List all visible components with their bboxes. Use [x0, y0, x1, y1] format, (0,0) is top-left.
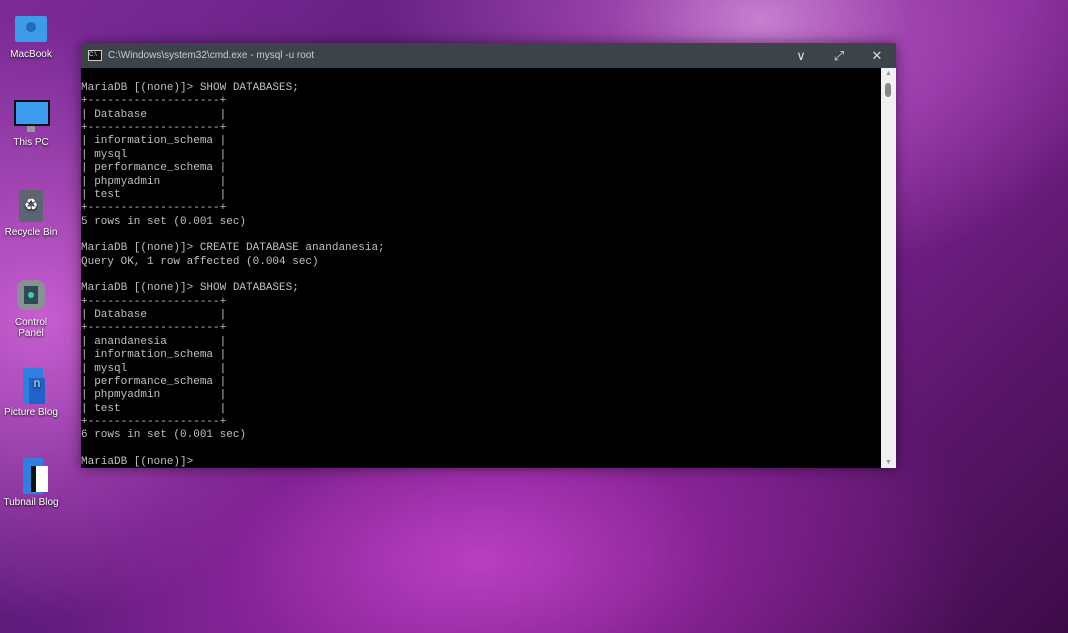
minimize-button[interactable]: ∨ [782, 48, 820, 64]
recycle-bin-icon: ♻ [13, 188, 49, 224]
icon-label: MacBook [10, 49, 52, 60]
icon-label: Picture Blog [4, 407, 58, 418]
maximize-button[interactable]: ⤢ [820, 48, 858, 64]
desktop-icon-recycle-bin[interactable]: ♻ Recycle Bin [0, 188, 62, 238]
console-line: +--------------------+ [81, 95, 881, 108]
scroll-up-arrow[interactable]: ▲ [881, 70, 896, 77]
console-line [81, 269, 881, 282]
window-title: C:\Windows\system32\cmd.exe - mysql -u r… [108, 50, 314, 61]
console-line: +--------------------+ [81, 416, 881, 429]
desktop-icon-tubnail-blog[interactable]: Tubnail Blog [0, 458, 62, 508]
console-line: | Database | [81, 109, 881, 122]
console-line: Query OK, 1 row affected (0.004 sec) [81, 256, 881, 269]
console-line: | test | [81, 403, 881, 416]
console-line: | test | [81, 189, 881, 202]
desktop-icon-control-panel[interactable]: Control Panel [0, 278, 62, 339]
user-folder-icon [13, 10, 49, 46]
console-line: | information_schema | [81, 349, 881, 362]
console-line: | phpmyadmin | [81, 176, 881, 189]
close-button[interactable]: ✕ [858, 48, 896, 64]
console-line: | performance_schema | [81, 162, 881, 175]
console-line: +--------------------+ [81, 122, 881, 135]
icon-label: Recycle Bin [5, 227, 58, 238]
folder-icon: n [13, 368, 49, 404]
title-bar[interactable]: C:\ C:\Windows\system32\cmd.exe - mysql … [81, 43, 896, 68]
console-line: MariaDB [(none)]> SHOW DATABASES; [81, 82, 881, 95]
console-line: | anandanesia | [81, 336, 881, 349]
icon-label: Tubnail Blog [3, 497, 58, 508]
console-line: MariaDB [(none)]> [81, 456, 881, 468]
console-line: | mysql | [81, 363, 881, 376]
console-line: +--------------------+ [81, 322, 881, 335]
console-line: 5 rows in set (0.001 sec) [81, 216, 881, 229]
console-line: +--------------------+ [81, 296, 881, 309]
desktop-icon-macbook[interactable]: MacBook [0, 10, 62, 60]
control-panel-icon [13, 278, 49, 314]
folder-icon [13, 458, 49, 494]
scrollbar[interactable]: ▲ ▼ [881, 68, 896, 468]
console-text: MariaDB [(none)]> SHOW DATABASES;+------… [81, 68, 881, 468]
scroll-down-arrow[interactable]: ▼ [881, 459, 896, 466]
console-line: | mysql | [81, 149, 881, 162]
console-line [81, 229, 881, 242]
icon-label: This PC [13, 137, 49, 148]
icon-label: Control Panel [11, 317, 51, 339]
cmd-icon: C:\ [88, 50, 102, 61]
console-line: | information_schema | [81, 135, 881, 148]
console-line: MariaDB [(none)]> CREATE DATABASE ananda… [81, 242, 881, 255]
scrollbar-thumb[interactable] [885, 83, 891, 97]
desktop-icon-picture-blog[interactable]: n Picture Blog [0, 368, 62, 418]
console-line: 6 rows in set (0.001 sec) [81, 429, 881, 442]
console-output[interactable]: MariaDB [(none)]> SHOW DATABASES;+------… [81, 68, 881, 468]
console-line: +--------------------+ [81, 202, 881, 215]
console-line: MariaDB [(none)]> SHOW DATABASES; [81, 282, 881, 295]
console-line: | Database | [81, 309, 881, 322]
console-line [81, 443, 881, 456]
console-line: | performance_schema | [81, 376, 881, 389]
console-line: | phpmyadmin | [81, 389, 881, 402]
desktop-icon-this-pc[interactable]: This PC [0, 98, 62, 148]
monitor-icon [13, 98, 49, 134]
cmd-window[interactable]: C:\ C:\Windows\system32\cmd.exe - mysql … [81, 43, 896, 468]
